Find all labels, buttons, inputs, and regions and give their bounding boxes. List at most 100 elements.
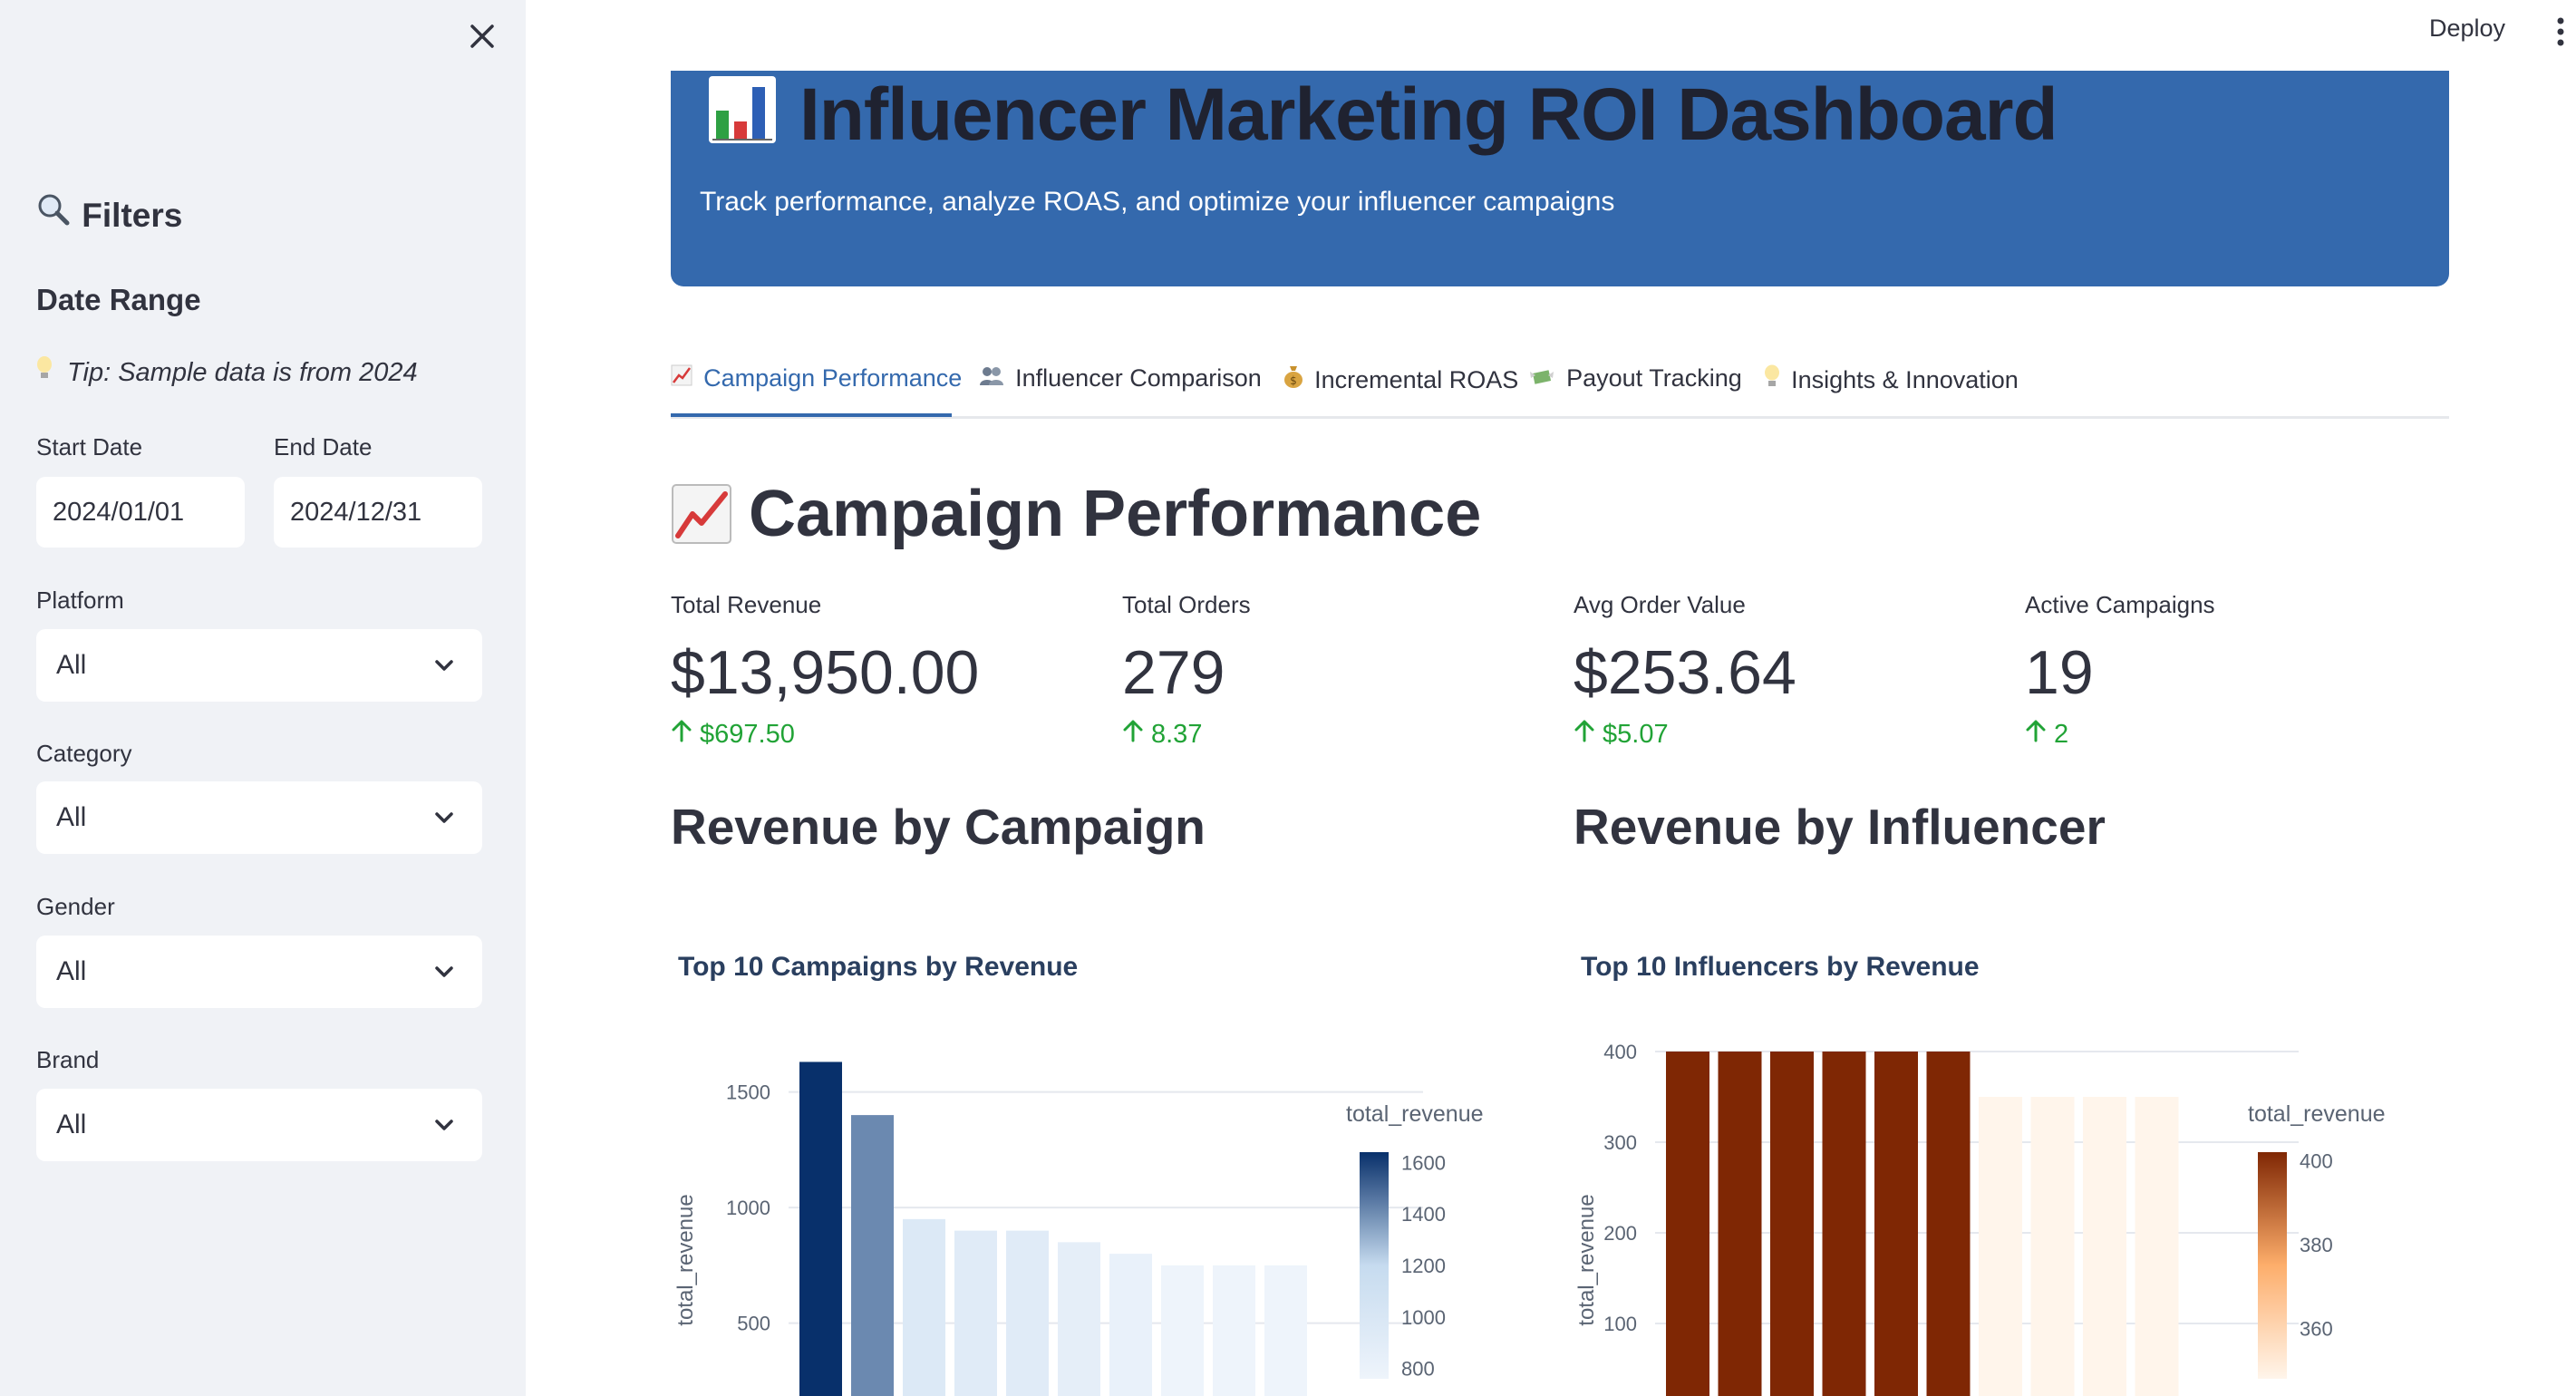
metric-active-campaigns: Active Campaigns 19 2 [2025,591,2460,750]
metric-delta-value: $5.07 [1603,720,1669,749]
svg-text:$: $ [1290,374,1297,387]
tab-label: Payout Tracking [1566,364,1742,392]
section-title-text: Campaign Performance [749,478,1482,550]
start-date-input[interactable]: 2024/01/01 [36,477,245,548]
close-sidebar-button[interactable] [464,18,500,54]
tab-insights-innovation[interactable]: Insights & Innovation [1764,364,2019,394]
bar [1666,1052,1709,1396]
platform-select[interactable]: All [36,629,482,702]
start-date-label: Start Date [36,433,143,460]
magnifier-icon [36,192,73,235]
tab-campaign-performance[interactable]: Campaign Performance [671,364,962,393]
colorbar [1360,1152,1389,1379]
y-tick-label: 300 [1603,1131,1637,1154]
influencer-colorbar-title: total_revenue [2248,1101,2386,1127]
bar [1161,1265,1204,1396]
revenue-by-influencer-heading: Revenue by Influencer [1574,799,2106,855]
y-tick-label: 1500 [726,1081,770,1104]
brand-select[interactable]: All [36,1089,482,1161]
filters-title-text: Filters [82,197,183,234]
platform-select-value: All [56,650,87,680]
platform-label: Platform [36,587,124,614]
colorbar-tick-label: 360 [2300,1317,2333,1340]
campaign-colorbar-title: total_revenue [1346,1101,1484,1127]
page-title-text: Influencer Marketing ROI Dashboard [799,73,2058,156]
metric-delta-value: 2 [2054,720,2069,749]
gender-select-value: All [56,956,87,986]
tab-bar: Campaign Performance Influencer Comparis… [671,359,2449,419]
bar [799,1062,842,1396]
metric-avg-order-value: Avg Order Value $253.64 $5.07 [1574,591,2009,750]
colorbar-tick-label: 800 [1401,1358,1435,1381]
metric-label: Total Revenue [671,591,822,618]
metric-delta: 2 [2025,719,2460,750]
bar [903,1218,945,1396]
bar [2030,1097,2075,1396]
chevron-down-icon [435,660,453,671]
metric-total-revenue: Total Revenue $13,950.00 $697.50 [671,591,1106,750]
colorbar-tick-label: 1200 [1401,1255,1446,1277]
campaign-revenue-chart[interactable]: 500 1000 1500 total_revenue 1600 1400 1200 1000… [662,1042,1532,1396]
metric-value: $253.64 [1574,638,1796,707]
end-date-input[interactable]: 2024/12/31 [274,477,482,548]
date-tip-text: Tip: Sample data is from 2024 [67,358,418,387]
bar [1979,1097,2022,1396]
category-label: Category [36,740,132,767]
campaign-chart-title: Top 10 Campaigns by Revenue [678,952,1079,982]
bar [1109,1254,1152,1396]
deploy-button[interactable]: Deploy [2429,15,2505,43]
tab-payout-tracking[interactable]: Payout Tracking [1528,364,1742,393]
gender-label: Gender [36,893,115,920]
chart-up-icon [671,364,698,391]
y-axis-title: total_revenue [673,1194,698,1325]
colorbar-tick-label: 1400 [1401,1203,1446,1226]
date-tip: Tip: Sample data is from 2024 [36,355,418,388]
metric-label: Active Campaigns [2025,591,2215,618]
bar [1264,1265,1307,1396]
chevron-down-icon [435,812,453,823]
colorbar [2258,1152,2287,1379]
gender-select[interactable]: All [36,936,482,1008]
colorbar-tick-label: 400 [2300,1149,2333,1172]
category-select[interactable]: All [36,781,482,854]
chart-up-icon [672,484,731,544]
bar [1770,1052,1814,1396]
date-range-heading: Date Range [36,283,201,316]
metric-delta: $697.50 [671,719,1106,750]
metric-value: 279 [1122,638,1225,707]
active-tab-indicator [671,413,952,417]
tab-label: Campaign Performance [703,364,963,392]
influencer-revenue-chart[interactable]: 100 200 300 400 total_revenue 400 380 360 [1564,1042,2453,1396]
arrow-up-icon [2025,719,2047,750]
close-icon [470,24,494,48]
arrow-up-icon [671,719,692,750]
bulb-icon [36,356,60,387]
metric-total-orders: Total Orders 279 8.37 [1122,591,1557,750]
y-tick-label: 1000 [726,1197,770,1219]
tab-incremental-roas[interactable]: $ Incremental ROAS [1283,364,1518,394]
people-icon [979,367,1010,391]
metric-value: $13,950.00 [671,638,980,707]
metric-delta-value: 8.37 [1151,720,1203,749]
more-menu-icon[interactable] [2554,16,2567,47]
bar [1213,1265,1255,1396]
bar [1006,1230,1049,1396]
revenue-by-campaign-heading: Revenue by Campaign [671,799,1206,855]
colorbar-tick-label: 380 [2300,1234,2333,1256]
chevron-down-icon [435,966,453,977]
y-tick-label: 200 [1603,1222,1637,1245]
tab-influencer-comparison[interactable]: Influencer Comparison [979,364,1262,393]
metric-label: Total Orders [1122,591,1251,618]
brand-label: Brand [36,1046,100,1073]
chevron-down-icon [435,1120,453,1130]
bar [1718,1052,1762,1396]
bar [2083,1097,2126,1396]
bar-chart-icon [707,74,778,163]
arrow-up-icon [1122,719,1144,750]
bar [954,1230,997,1396]
money-bag-icon: $ [1283,366,1309,393]
bar [2135,1097,2179,1396]
bar [1822,1052,1866,1396]
category-select-value: All [56,802,87,832]
sidebar: Filters Date Range Tip: Sample data is f… [0,0,526,1396]
